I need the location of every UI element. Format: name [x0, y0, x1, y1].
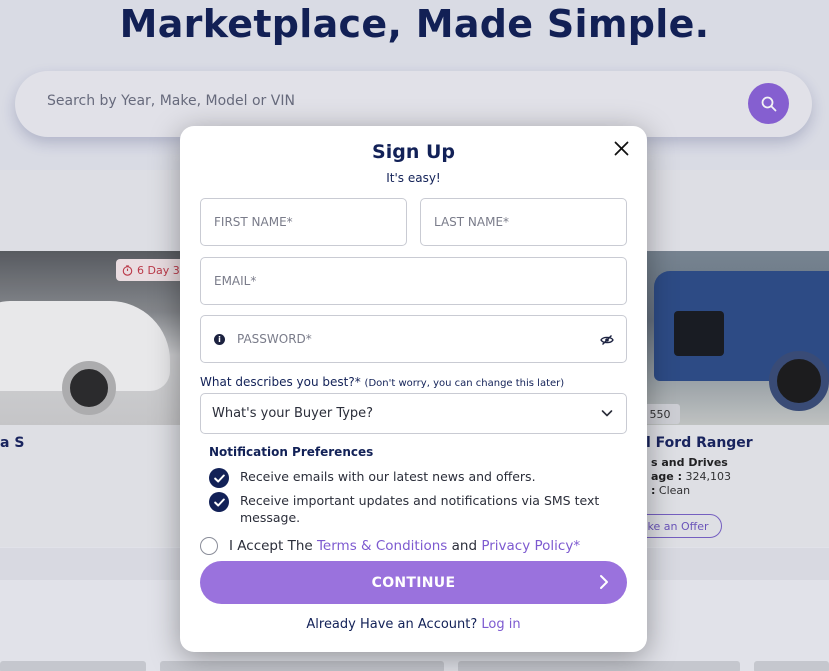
chevron-down-icon	[601, 410, 613, 417]
email-notification-option[interactable]: Receive emails with our latest news and …	[209, 468, 619, 488]
accept-terms-option[interactable]: I Accept The Terms & Conditions and Priv…	[200, 537, 580, 555]
chevron-right-icon	[600, 575, 608, 589]
modal-subtitle: It's easy!	[386, 171, 441, 185]
sms-notification-option[interactable]: Receive important updates and notificati…	[209, 492, 619, 526]
buyer-type-select[interactable]: What's your Buyer Type?	[200, 393, 627, 434]
buyer-type-value: What's your Buyer Type?	[212, 406, 374, 421]
checkbox-label: Receive emails with our latest news and …	[240, 469, 536, 484]
continue-label: CONTINUE	[371, 574, 456, 591]
buyer-type-label: What describes you best?* (Don't worry, …	[200, 375, 565, 389]
checkbox-checked[interactable]	[209, 492, 229, 512]
checkbox-label: Receive important updates and notificati…	[240, 493, 600, 525]
password-field: i	[200, 315, 627, 363]
eye-slash-icon[interactable]	[600, 334, 614, 346]
check-icon	[213, 498, 225, 506]
accept-terms-checkbox[interactable]	[200, 537, 218, 555]
privacy-policy-link[interactable]: Privacy Policy*	[481, 538, 580, 554]
signup-modal: Sign Up It's easy! i What describes you …	[180, 126, 647, 652]
email-field	[200, 257, 627, 305]
password-input[interactable]	[237, 316, 577, 362]
email-input[interactable]	[214, 258, 614, 304]
first-name-field	[200, 198, 407, 246]
notification-preferences-title: Notification Preferences	[209, 445, 374, 459]
info-icon[interactable]: i	[214, 334, 225, 345]
check-icon	[213, 474, 225, 482]
modal-title: Sign Up	[372, 141, 455, 163]
continue-button[interactable]: CONTINUE	[200, 561, 627, 604]
buyer-type-hint: (Don't worry, you can change this later)	[364, 378, 565, 389]
last-name-field	[420, 198, 627, 246]
login-prompt: Already Have an Account? Log in	[306, 617, 521, 632]
checkbox-checked[interactable]	[209, 468, 229, 488]
terms-link[interactable]: Terms & Conditions	[317, 538, 447, 554]
accept-terms-label: I Accept The Terms & Conditions and Priv…	[229, 538, 581, 554]
first-name-input[interactable]	[214, 199, 394, 245]
last-name-input[interactable]	[434, 199, 614, 245]
login-link[interactable]: Log in	[481, 617, 520, 632]
